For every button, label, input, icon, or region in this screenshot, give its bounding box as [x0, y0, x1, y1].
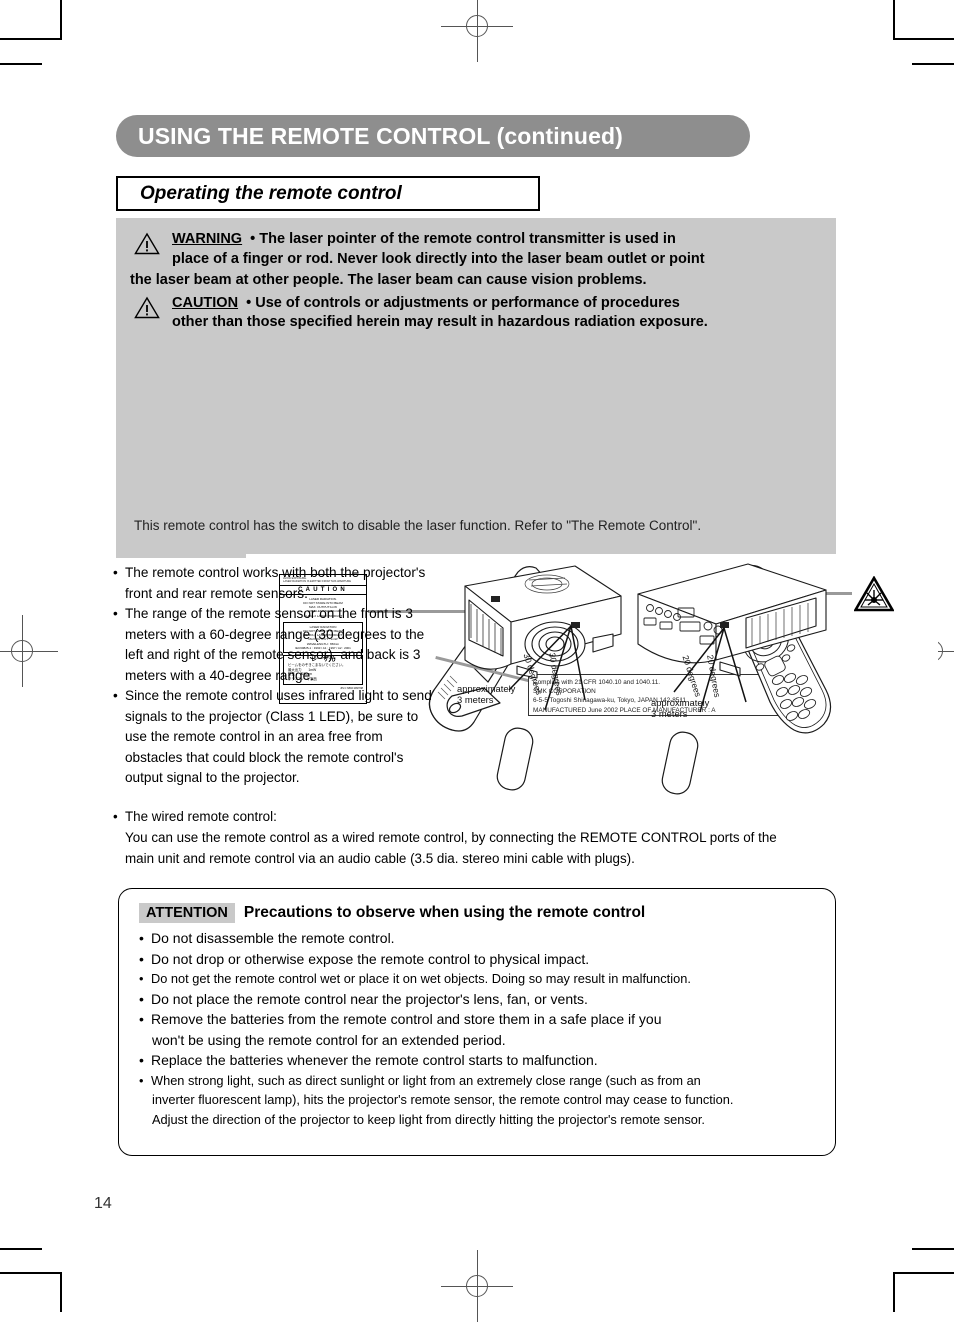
- front-distance-line-1: approximately: [457, 683, 516, 694]
- warning-line-3: the laser beam at other people. The lase…: [130, 272, 647, 288]
- bullet-text: Remove the batteries from the remote con…: [151, 1011, 662, 1027]
- bullet-text: Do not disassemble the remote control.: [151, 930, 395, 946]
- registration-mark-top: [441, 0, 513, 62]
- front-distance-line-2: 3 meters: [457, 694, 494, 705]
- bullet-text: Do not place the remote control near the…: [151, 990, 588, 1007]
- body-bullet-list: • The remote control works with both the…: [113, 563, 433, 789]
- bullet-icon: •: [139, 1052, 144, 1068]
- warning-triangle-icon: [134, 232, 160, 255]
- page-number: 14: [94, 1195, 112, 1212]
- crop-mark-bottom-left-h: [0, 1272, 62, 1274]
- list-item: • The range of the remote sensor on the …: [113, 604, 433, 686]
- projector-range-diagrams: 30 degrees 30 degrees approximately 3 me…: [425, 560, 845, 805]
- list-item: • Do not place the remote control near th…: [139, 989, 817, 1010]
- list-item: • Do not get the remote control wet or pl…: [139, 969, 817, 989]
- front-distance-label: approximately 3 meters: [457, 683, 515, 705]
- bullet-icon: •: [113, 688, 118, 703]
- bullet-continuation: inverter fluorescent lamp), hits the pro…: [152, 1092, 734, 1107]
- rear-distance-label: approximately 3 meters: [651, 697, 709, 719]
- attention-box: ATTENTION Precautions to observe when us…: [118, 888, 836, 1156]
- section-banner: USING THE REMOTE CONTROL (continued): [116, 115, 750, 157]
- rear-distance-line-1: approximately: [651, 697, 710, 708]
- bullet-continuation: won't be using the remote control for an…: [152, 1031, 506, 1048]
- list-item: • Remove the batteries from the remote co…: [139, 1009, 817, 1030]
- crop-mark-bottom-right-v: [893, 1272, 895, 1312]
- illustration-caption: This remote control has the switch to di…: [134, 518, 702, 533]
- subsection-heading-box: Operating the remote control: [116, 176, 540, 211]
- bullet-icon: •: [139, 1011, 144, 1027]
- page-title: USING THE REMOTE CONTROL (continued): [138, 122, 623, 149]
- bullet-icon: •: [139, 950, 144, 967]
- wired-bullet-text: The wired remote control:: [125, 809, 277, 824]
- caution-triangle-icon: [134, 296, 160, 318]
- caution-label: CAUTION: [172, 294, 239, 311]
- bullet-icon: •: [113, 606, 118, 621]
- warning-line-2: place of a finger or rod. Never look dir…: [172, 250, 705, 267]
- bullet-icon: •: [139, 990, 144, 1007]
- caution-line-2: other than those specified herein may re…: [172, 314, 708, 330]
- crop-mark-top-right-h2: [912, 63, 954, 65]
- warning-line-1: • The laser pointer of the remote contro…: [250, 231, 676, 247]
- registration-mark-left: [0, 615, 58, 687]
- bullet-text: Replace the batteries whenever the remot…: [151, 1052, 598, 1068]
- warning-row: WARNING • The laser pointer of the remot…: [130, 230, 830, 272]
- list-item: • Do not disassemble the remote control.: [139, 928, 817, 949]
- caution-row: CAUTION • Use of controls or adjustments…: [130, 294, 830, 336]
- projector-rear-view-illustration: [637, 563, 827, 795]
- crop-mark-top-right-v: [893, 0, 895, 40]
- crop-mark-top-right-h: [893, 38, 954, 40]
- list-item: • Since the remote control uses infrared…: [113, 686, 433, 789]
- subsection-title: Operating the remote control: [140, 182, 402, 204]
- bullet-icon: •: [139, 1072, 144, 1088]
- bullet-icon: •: [139, 971, 144, 986]
- wired-remote-block: • The wired remote control: You can use …: [113, 806, 835, 869]
- crop-mark-bottom-left-h2: [0, 1248, 42, 1250]
- projector-front-view-illustration: [464, 565, 622, 791]
- list-item: • Do not drop or otherwise expose the rem…: [139, 949, 817, 970]
- bullet-text: Since the remote control uses infrared l…: [125, 688, 432, 785]
- attention-title: Precautions to observe when using the re…: [243, 904, 646, 921]
- crop-mark-bottom-right-h: [893, 1272, 954, 1274]
- wired-line-2: main unit and remote control via an audi…: [125, 851, 635, 866]
- rear-distance-line-2: 3 meters: [651, 708, 688, 719]
- wired-line-1: You can use the remote control as a wire…: [125, 830, 777, 845]
- list-item: • When strong light, such as direct sunli…: [139, 1071, 817, 1091]
- warning-panel: WARNING • The laser pointer of the remot…: [116, 218, 938, 750]
- crop-mark-top-left-h2: [0, 63, 42, 65]
- bullet-icon: •: [113, 809, 118, 824]
- bullet-text: The remote control works with both the p…: [125, 565, 426, 601]
- crop-mark-top-left-h: [0, 38, 62, 40]
- list-item: • Replace the batteries whenever the remo…: [139, 1050, 817, 1071]
- bullet-text: When strong light, such as direct sunlig…: [151, 1072, 701, 1088]
- bullet-icon: •: [139, 930, 144, 946]
- attention-badge: ATTENTION: [139, 903, 235, 923]
- attention-list: • Do not disassemble the remote control. •…: [139, 928, 817, 1129]
- bullet-text: Do not drop or otherwise expose the remo…: [151, 950, 590, 967]
- laser-hazard-symbol-icon: [854, 576, 894, 612]
- attention-header: ATTENTION Precautions to observe when us…: [139, 903, 817, 923]
- bullet-icon: •: [113, 565, 118, 580]
- bullet-text: The range of the remote sensor on the fr…: [125, 606, 425, 683]
- registration-mark-bottom: [441, 1250, 513, 1322]
- crop-mark-top-left-v: [60, 0, 62, 40]
- bullet-text: Do not get the remote control wet or pla…: [151, 971, 691, 986]
- warning-text-block: WARNING • The laser pointer of the remot…: [130, 230, 830, 336]
- warning-label: WARNING: [172, 231, 243, 247]
- list-item: • The remote control works with both the…: [113, 563, 433, 604]
- bullet-continuation: Adjust the direction of the projector to…: [152, 1111, 705, 1127]
- caution-line-1: • Use of controls or adjustments or perf…: [246, 294, 680, 311]
- list-item: • The wired remote control:: [113, 806, 835, 827]
- manual-page: USING THE REMOTE CONTROL (continued) Ope…: [0, 0, 954, 1322]
- crop-mark-bottom-right-h2: [912, 1248, 954, 1250]
- crop-mark-bottom-left-v: [60, 1272, 62, 1312]
